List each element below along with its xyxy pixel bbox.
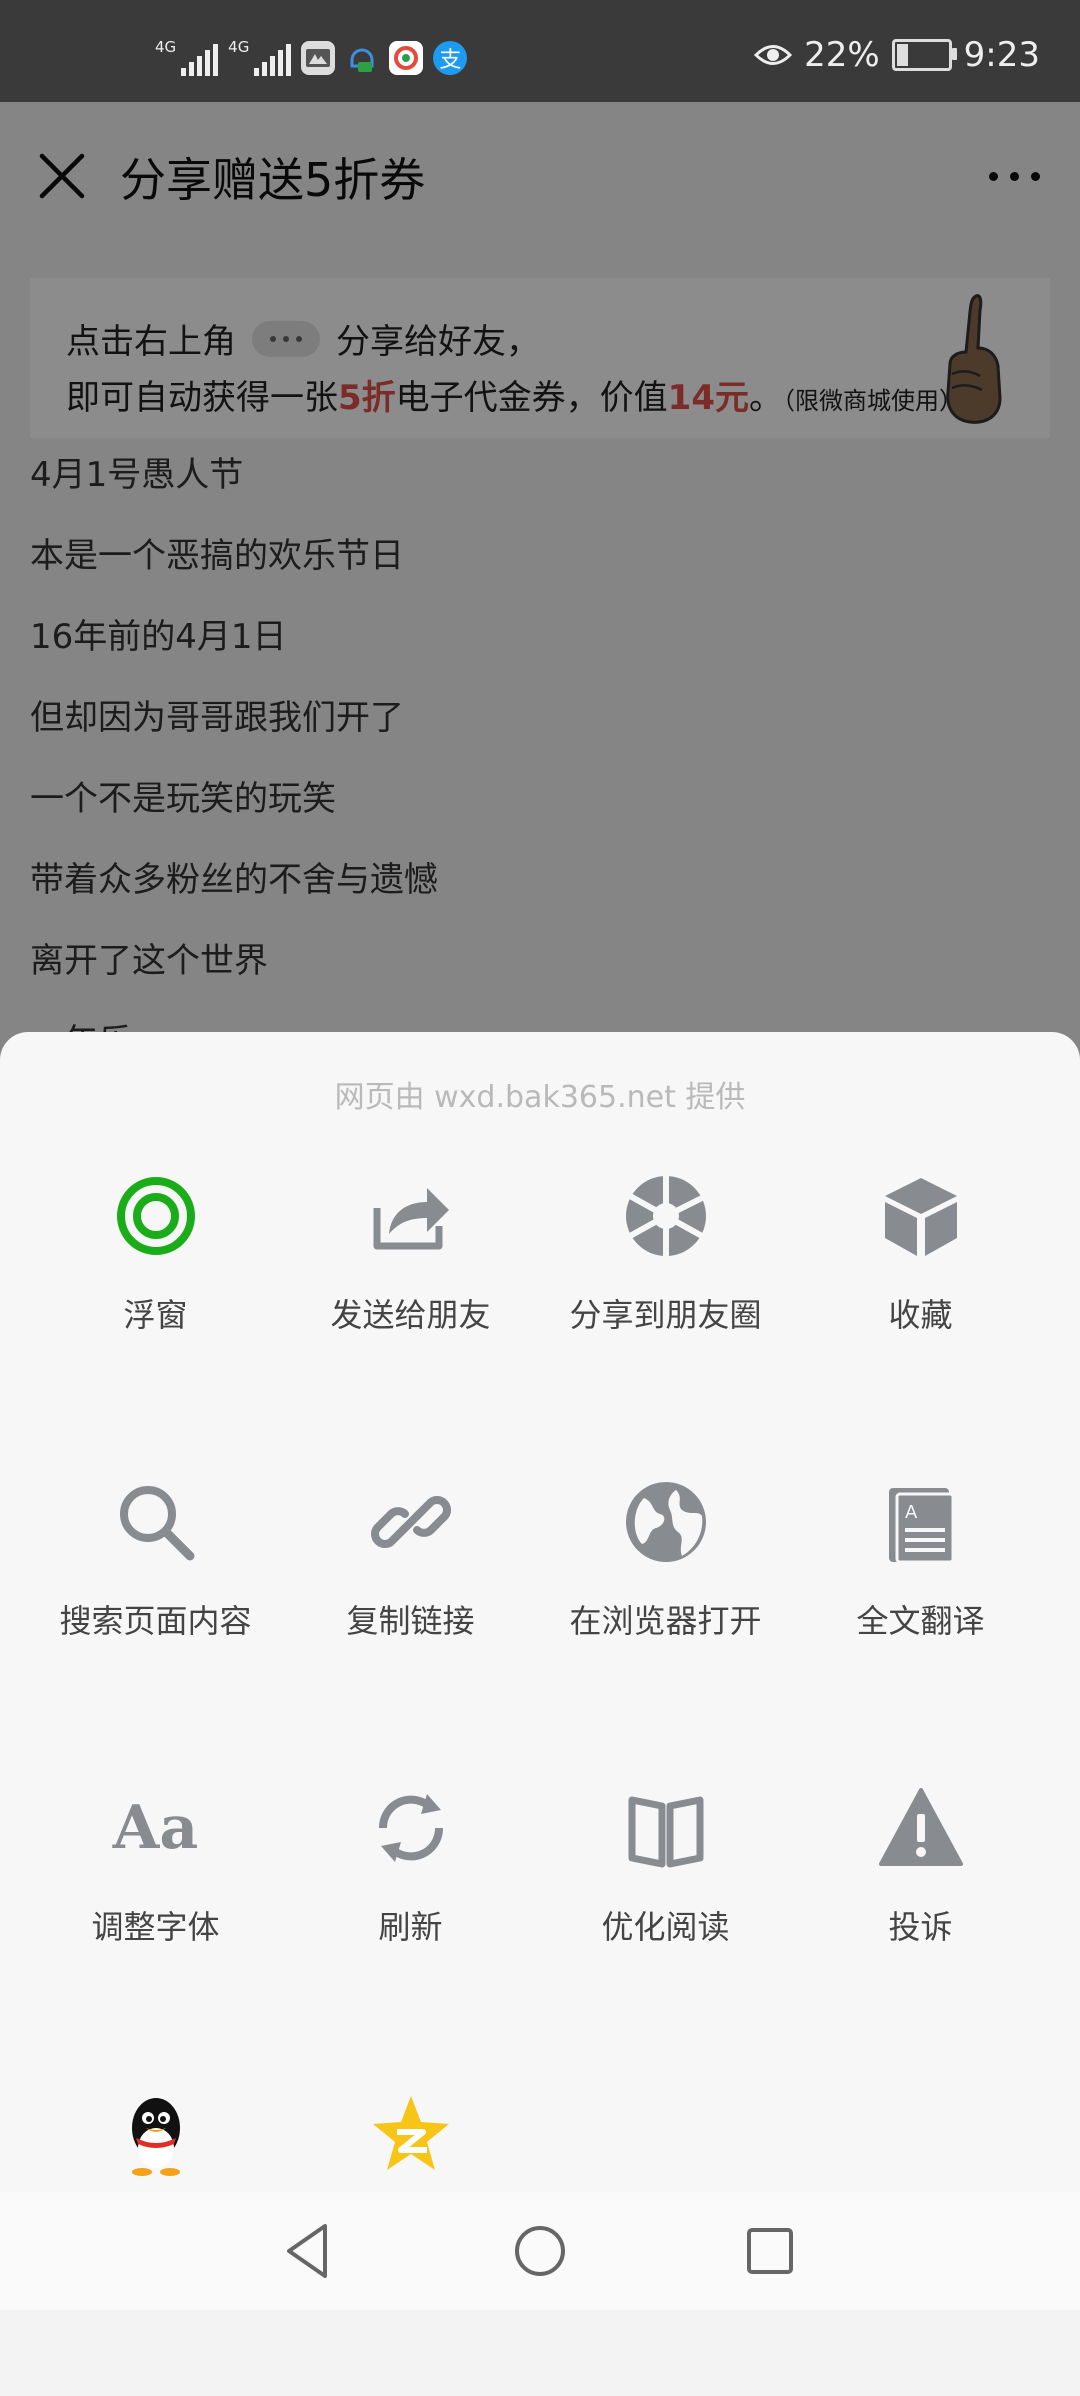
action-float-window[interactable]: 浮窗 (28, 1172, 283, 1478)
action-row: 搜索页面内容 复制链接 在浏览器打开 A 全文翻译 (0, 1478, 1080, 1784)
action-send-to-friend[interactable]: 发送给朋友 (283, 1172, 538, 1478)
action-adjust-font[interactable]: Aa 调整字体 (28, 1784, 283, 2090)
float-window-icon (112, 1172, 200, 1260)
send-to-friend-icon (367, 1172, 455, 1260)
weibo-icon (389, 41, 424, 75)
read-mode-icon (622, 1784, 710, 1872)
notification-icon (345, 41, 379, 75)
action-read-mode[interactable]: 优化阅读 (538, 1784, 793, 2090)
network-type: 4G (155, 38, 177, 56)
huawei-icon (301, 41, 336, 75)
qq-icon (112, 2090, 200, 2178)
favorite-icon (877, 1172, 965, 1260)
status-bar: 4G 4G 支 22% 9:23 (0, 0, 1080, 102)
refresh-icon (367, 1784, 455, 1872)
svg-text:A: A (905, 1502, 918, 1523)
status-icons-left: 4G 4G 支 (155, 36, 468, 80)
alipay-icon: 支 (433, 41, 468, 75)
translate-icon: A (877, 1478, 965, 1566)
back-icon[interactable] (275, 2216, 345, 2286)
system-nav-bar (0, 2192, 1080, 2310)
action-translate[interactable]: A 全文翻译 (793, 1478, 1048, 1784)
action-row: 浮窗 发送给朋友 分享到朋友圈 收藏 (0, 1172, 1080, 1478)
provider-note: 网页由 wxd.bak365.net 提供 (334, 1080, 746, 1115)
action-share-moments[interactable]: 分享到朋友圈 (538, 1172, 793, 1478)
action-refresh[interactable]: 刷新 (283, 1784, 538, 2090)
search-icon (112, 1478, 200, 1566)
recents-icon[interactable] (735, 2216, 805, 2286)
home-icon[interactable] (505, 2216, 575, 2286)
action-complaint[interactable]: 投诉 (793, 1784, 1048, 2090)
link-icon (367, 1478, 455, 1566)
battery-icon (891, 39, 957, 71)
signal-icon: 4G (155, 38, 219, 76)
share-action-sheet: 网页由 wxd.bak365.net 提供 浮窗 发送给朋友 分享到朋友圈 收藏… (0, 1032, 1080, 2192)
battery-percent: 22% (804, 35, 880, 75)
browser-icon (622, 1478, 710, 1566)
action-row: Aa 调整字体 刷新 优化阅读 投诉 (0, 1784, 1080, 2090)
moments-icon (622, 1172, 710, 1260)
qzone-icon (367, 2090, 455, 2178)
eye-icon (754, 45, 793, 65)
action-open-browser[interactable]: 在浏览器打开 (538, 1478, 793, 1784)
action-search-page[interactable]: 搜索页面内容 (28, 1478, 283, 1784)
font-icon: Aa (112, 1793, 199, 1863)
complaint-icon (877, 1784, 965, 1872)
clock: 9:23 (963, 35, 1040, 75)
signal-icon: 4G (228, 38, 292, 76)
status-icons-right: 22% 9:23 (754, 30, 1040, 80)
action-favorite[interactable]: 收藏 (793, 1172, 1048, 1478)
action-copy-link[interactable]: 复制链接 (283, 1478, 538, 1784)
network-type: 4G (228, 38, 250, 56)
